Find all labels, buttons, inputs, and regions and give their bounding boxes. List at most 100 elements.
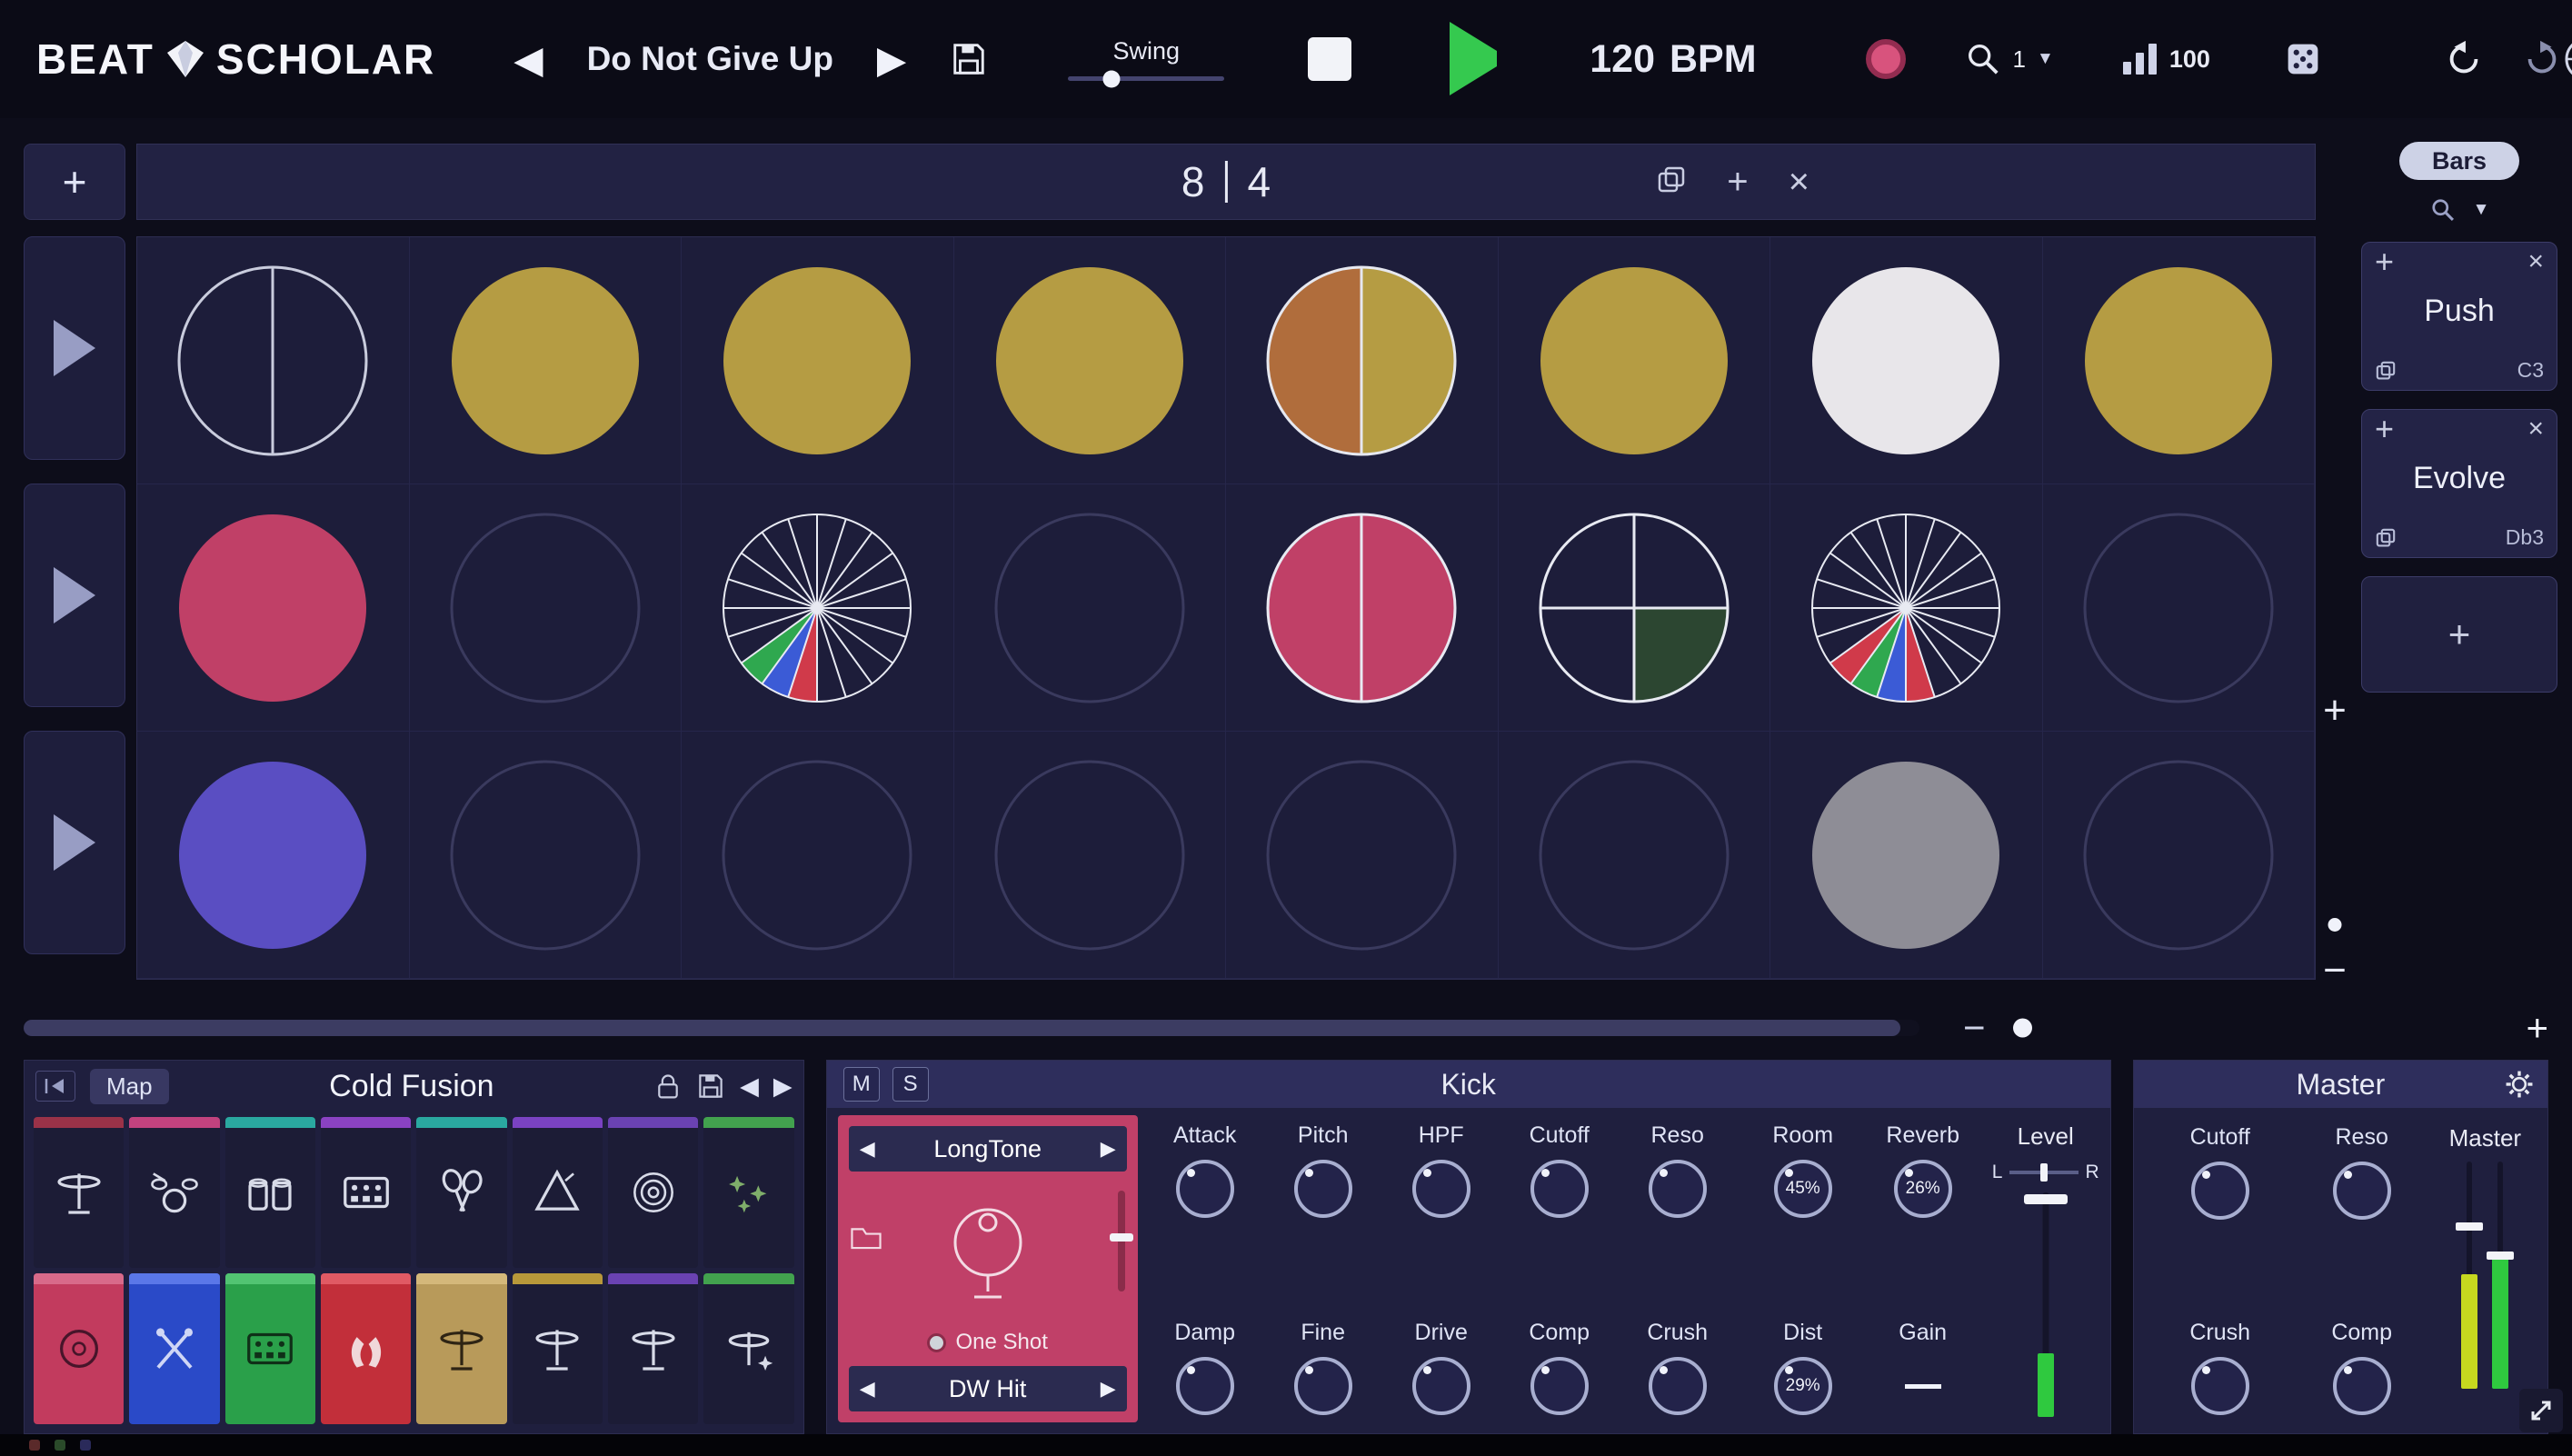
timeline-zoom-out-button[interactable]: − [1963,1009,1986,1047]
beat-cell-r2-c6[interactable] [1499,484,1771,732]
next-pattern-button[interactable]: ▶ [877,37,906,82]
drive-knob[interactable] [1412,1357,1470,1415]
vertical-scroll-dot[interactable] [2328,918,2342,932]
hpf-knob[interactable] [1412,1160,1470,1218]
master-reso-knob[interactable] [2333,1162,2391,1220]
kit-tile-drummachine[interactable] [321,1117,411,1268]
card-add-icon[interactable]: + [2375,410,2394,448]
master-crush-knob[interactable] [2191,1357,2249,1415]
beat-cell-r3-c7[interactable] [1770,732,2043,979]
window-resize-handle[interactable] [2519,1389,2563,1432]
pan-slider[interactable] [2009,1171,2078,1174]
beat-cell-r2-c8[interactable] [2043,484,2316,732]
beat-cell-r3-c6[interactable] [1499,732,1771,979]
room-knob[interactable]: 45% [1774,1160,1832,1218]
redo-button[interactable] [2521,38,2563,80]
prev-kit-button[interactable]: ◀ [740,1072,759,1101]
pitch-knob[interactable] [1294,1160,1352,1218]
kit-tile-drum[interactable] [34,1273,124,1424]
delete-bar-button[interactable]: × [1789,164,1809,200]
prev-sample-icon[interactable]: ◀ [860,1137,875,1161]
beat-cell-r1-c2[interactable] [410,237,683,484]
sample-selector-bottom[interactable]: ◀ DW Hit ▶ [849,1366,1127,1411]
kit-tile-drummachine[interactable] [225,1273,315,1424]
beat-cell-r2-c7[interactable] [1770,484,2043,732]
add-pad-card[interactable]: + [2361,576,2557,693]
duplicate-bar-button[interactable] [1656,165,1687,200]
kit-tile-spiral[interactable] [608,1117,698,1268]
kit-tile-stars[interactable] [703,1117,793,1268]
fader-handle[interactable] [2024,1194,2068,1204]
settings-button[interactable] [2504,1069,2535,1100]
row-3-play-button[interactable] [24,731,125,954]
duplicate-icon[interactable] [2375,360,2397,382]
kit-tile-cymbalstar[interactable] [703,1273,793,1424]
one-shot-option[interactable]: One Shot [849,1330,1127,1355]
vertical-zoom-out-button[interactable]: − [2323,951,2347,991]
reso-knob[interactable] [1649,1160,1707,1218]
attack-knob[interactable] [1176,1160,1234,1218]
one-shot-radio[interactable] [927,1333,946,1352]
master-meter-left[interactable] [2461,1162,2477,1389]
beat-cell-r2-c2[interactable] [410,484,683,732]
add-bar-button[interactable]: + [1727,164,1748,200]
play-button[interactable] [1450,51,1497,67]
reverb-knob[interactable]: 26% [1894,1160,1952,1218]
beat-cell-r1-c3[interactable] [682,237,954,484]
beat-cell-r2-c1[interactable] [137,484,410,732]
master-fader-right-handle[interactable] [2487,1252,2514,1260]
next-sample-icon[interactable]: ▶ [1101,1377,1116,1401]
taskbar-icon[interactable] [80,1440,91,1451]
duplicate-icon[interactable] [2375,527,2397,549]
record-button[interactable] [1866,39,1906,79]
taskbar-icon[interactable] [55,1440,65,1451]
save-button[interactable] [950,40,988,78]
stop-button[interactable] [1308,37,1351,81]
kit-tile-drumkit[interactable] [129,1117,219,1268]
density-control[interactable]: 100 [2123,44,2210,75]
beat-cell-r1-c4[interactable] [954,237,1227,484]
beat-cell-r1-c6[interactable] [1499,237,1771,484]
pad-card-evolve[interactable]: + × Evolve Db3 [2361,409,2557,558]
kit-tile-clap[interactable] [321,1273,411,1424]
beat-cell-r2-c5[interactable] [1226,484,1499,732]
kit-tile-cymbal[interactable] [513,1273,603,1424]
folder-icon[interactable] [849,1222,883,1252]
sample-volume-thumb[interactable] [1110,1233,1133,1242]
swing-slider-thumb[interactable] [1103,70,1121,87]
beat-cell-r3-c4[interactable] [954,732,1227,979]
save-kit-button[interactable] [696,1072,725,1101]
kit-tile-cymbal[interactable] [416,1273,506,1424]
master-cutoff-knob[interactable] [2191,1162,2249,1220]
horizontal-scroll-thumb[interactable] [24,1020,1900,1036]
kit-tile-triangle[interactable] [513,1117,603,1268]
undo-button[interactable] [2443,38,2485,80]
magnifier-icon[interactable] [2429,196,2457,224]
card-close-icon[interactable]: × [2527,414,2544,444]
master-comp-knob[interactable] [2333,1357,2391,1415]
row-1-play-button[interactable] [24,236,125,460]
damp-knob[interactable] [1176,1357,1234,1415]
sample-selector-top[interactable]: ◀ LongTone ▶ [849,1126,1127,1172]
fine-knob[interactable] [1294,1357,1352,1415]
pad-card-push[interactable]: + × Push C3 [2361,242,2557,391]
taskbar-icon[interactable] [29,1440,40,1451]
kit-tile-cymbal[interactable] [608,1273,698,1424]
beat-cell-r3-c3[interactable] [682,732,954,979]
kit-tile-maracas[interactable] [416,1117,506,1268]
beat-cell-r3-c5[interactable] [1226,732,1499,979]
add-track-button[interactable]: + [24,144,125,220]
dist-knob[interactable]: 29% [1774,1357,1832,1415]
add-row-button[interactable]: + [2323,691,2347,731]
swing-slider[interactable] [1068,76,1224,81]
sample-volume-slider[interactable] [1118,1191,1125,1291]
prev-sample-icon[interactable]: ◀ [860,1377,875,1401]
gain-slider[interactable] [1905,1384,1941,1389]
crush-knob[interactable] [1649,1357,1707,1415]
beat-cell-r3-c2[interactable] [410,732,683,979]
time-signature[interactable]: 8 4 [1181,157,1271,206]
timeline-zoom-slider[interactable] [2000,1026,2237,1030]
timeline-zoom-thumb[interactable] [2013,1019,2032,1038]
beat-cell-r3-c8[interactable] [2043,732,2316,979]
cutoff-knob[interactable] [1530,1160,1589,1218]
